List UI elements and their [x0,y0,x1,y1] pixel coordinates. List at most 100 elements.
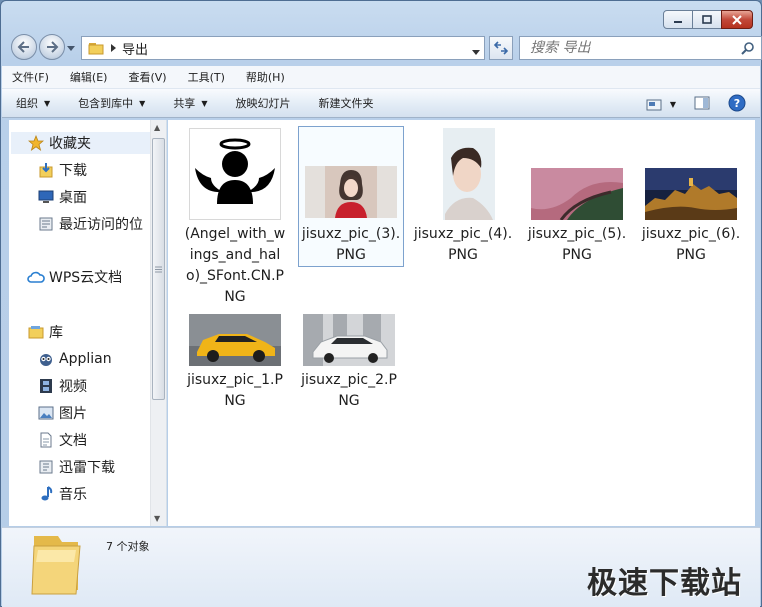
grip-icon [155,266,162,272]
close-button[interactable] [721,10,753,29]
search-box[interactable] [519,36,762,60]
details-pane: 7 个对象 极速下载站 [2,527,760,607]
organize-button[interactable]: 组织 ▼ [16,95,50,111]
address-bar[interactable]: 导出 [81,36,485,60]
castle-night-thumbnail-icon [645,168,737,220]
change-view-button[interactable]: ▼ [646,99,676,111]
svg-text:?: ? [734,97,740,110]
sidebar-item-libraries[interactable]: 库 [27,321,63,343]
back-button[interactable] [11,34,37,60]
sidebar-item-label: 文档 [59,433,87,449]
sidebar-item-downloads[interactable]: 下载 [37,159,87,181]
preview-pane-button[interactable] [694,96,710,113]
sidebar-item-pictures[interactable]: 图片 [37,402,87,424]
sidebar-item-label: 桌面 [59,190,87,206]
menu-tools[interactable]: 工具(T) [188,69,225,85]
sidebar-item-label: 图片 [59,406,87,422]
close-icon [732,14,742,25]
sidebar-item-videos[interactable]: 视频 [37,375,87,397]
include-library-button[interactable]: 包含到库中 ▼ [78,95,145,111]
file-item[interactable]: jisuxz_pic_(5).PNG [525,128,629,266]
navigation-scrollbar[interactable]: ▲ ▼ [150,120,166,526]
sidebar-item-applian[interactable]: Applian [37,348,112,370]
back-arrow-icon [17,41,29,53]
white-car-thumbnail-icon [303,314,395,366]
search-input[interactable] [530,40,730,56]
sidebar-item-music[interactable]: 音乐 [37,483,87,505]
maximize-icon [702,14,712,24]
sidebar-item-label: WPS云文档 [49,270,123,286]
file-item[interactable]: (Angel_with_wings_and_halo)_SFont.CN.PNG [183,128,287,308]
chevron-down-icon: ▼ [44,98,51,108]
refresh-button[interactable] [489,36,513,60]
download-folder-icon [37,459,55,475]
downloads-icon [37,162,55,178]
new-folder-label: 新建文件夹 [318,97,374,110]
slideshow-button[interactable]: 放映幻灯片 [235,95,290,111]
sidebar-item-recent-places[interactable]: 最近访问的位 [37,213,143,235]
address-dropdown[interactable] [472,45,480,59]
new-folder-button[interactable]: 新建文件夹 [318,95,373,111]
sidebar-item-label: 最近访问的位 [59,217,143,233]
file-name: jisuxz_pic_(6).PNG [641,226,741,263]
menu-help[interactable]: 帮助(H) [246,69,285,85]
search-icon[interactable] [741,41,755,58]
angel-thumbnail-icon [189,128,281,220]
minimize-button[interactable] [663,10,693,29]
sidebar-item-favorites[interactable]: 收藏夹 [11,132,151,154]
menubar: 文件(F) 编辑(E) 查看(V) 工具(T) 帮助(H) [2,66,760,88]
view-icon [646,99,662,110]
recent-places-icon [37,216,55,232]
file-item[interactable]: jisuxz_pic_2.PNG [297,314,401,412]
sidebar-item-label: 收藏夹 [49,136,91,152]
navigation-pane: 收藏夹 下载 桌面 最近访问的位 WPS云文档 库 Applian 视频 图片 … [9,120,167,526]
file-item[interactable]: jisuxz_pic_(4).PNG [411,128,515,266]
menu-edit[interactable]: 编辑(E) [70,69,108,85]
sidebar-item-label: 下载 [59,163,87,179]
scroll-down-icon[interactable]: ▼ [154,514,160,523]
music-note-icon [37,486,55,502]
file-item[interactable]: jisuxz_pic_1.PNG [183,314,287,412]
forward-arrow-icon [47,41,59,53]
maximize-button[interactable] [692,10,722,29]
share-label: 共享 [173,97,196,110]
minimize-icon [674,20,682,23]
portrait-red-thumbnail-icon [305,166,397,218]
sidebar-item-desktop[interactable]: 桌面 [37,186,87,208]
slideshow-label: 放映幻灯片 [235,97,291,110]
watermark-logo: 极速下载站 [587,566,742,601]
help-button[interactable]: ? [728,94,746,115]
scrollbar-thumb[interactable] [152,138,165,400]
folder-icon [88,43,104,55]
file-item[interactable]: jisuxz_pic_(6).PNG [639,128,743,266]
sidebar-item-wps[interactable]: WPS云文档 [27,266,122,288]
file-item-selected[interactable]: jisuxz_pic_(3).PNG [298,126,404,267]
menu-view[interactable]: 查看(V) [128,69,166,85]
file-name: jisuxz_pic_2.PNG [301,372,397,409]
organize-label: 组织 [16,97,38,110]
sidebar-item-documents[interactable]: 文档 [37,429,87,451]
scroll-up-icon[interactable]: ▲ [154,123,160,132]
sidebar-item-xunlei[interactable]: 迅雷下载 [37,456,115,478]
chevron-down-icon: ▼ [201,98,208,108]
picture-icon [37,405,55,421]
cloud-icon [27,269,45,285]
sidebar-item-label: Applian [59,351,112,367]
forward-button[interactable] [39,34,65,60]
film-icon [37,378,55,394]
portrait-light-thumbnail-icon [443,128,495,220]
yellow-car-thumbnail-icon [189,314,281,366]
file-name: jisuxz_pic_1.PNG [187,372,283,409]
recent-pages-dropdown[interactable] [67,41,75,55]
share-button[interactable]: 共享 ▼ [173,95,207,111]
sidebar-item-label: 视频 [59,379,87,395]
breadcrumb[interactable]: 导出 [122,39,148,58]
file-name: jisuxz_pic_(5).PNG [527,226,627,263]
sidebar-item-label: 音乐 [59,487,87,503]
menu-file[interactable]: 文件(F) [12,69,49,85]
item-count: 7 个对象 [106,540,150,553]
file-name: jisuxz_pic_(3).PNG [301,226,401,263]
chevron-right-icon [111,44,116,52]
view-controls: ▼ ? [628,94,746,115]
chevron-down-icon [67,46,75,51]
